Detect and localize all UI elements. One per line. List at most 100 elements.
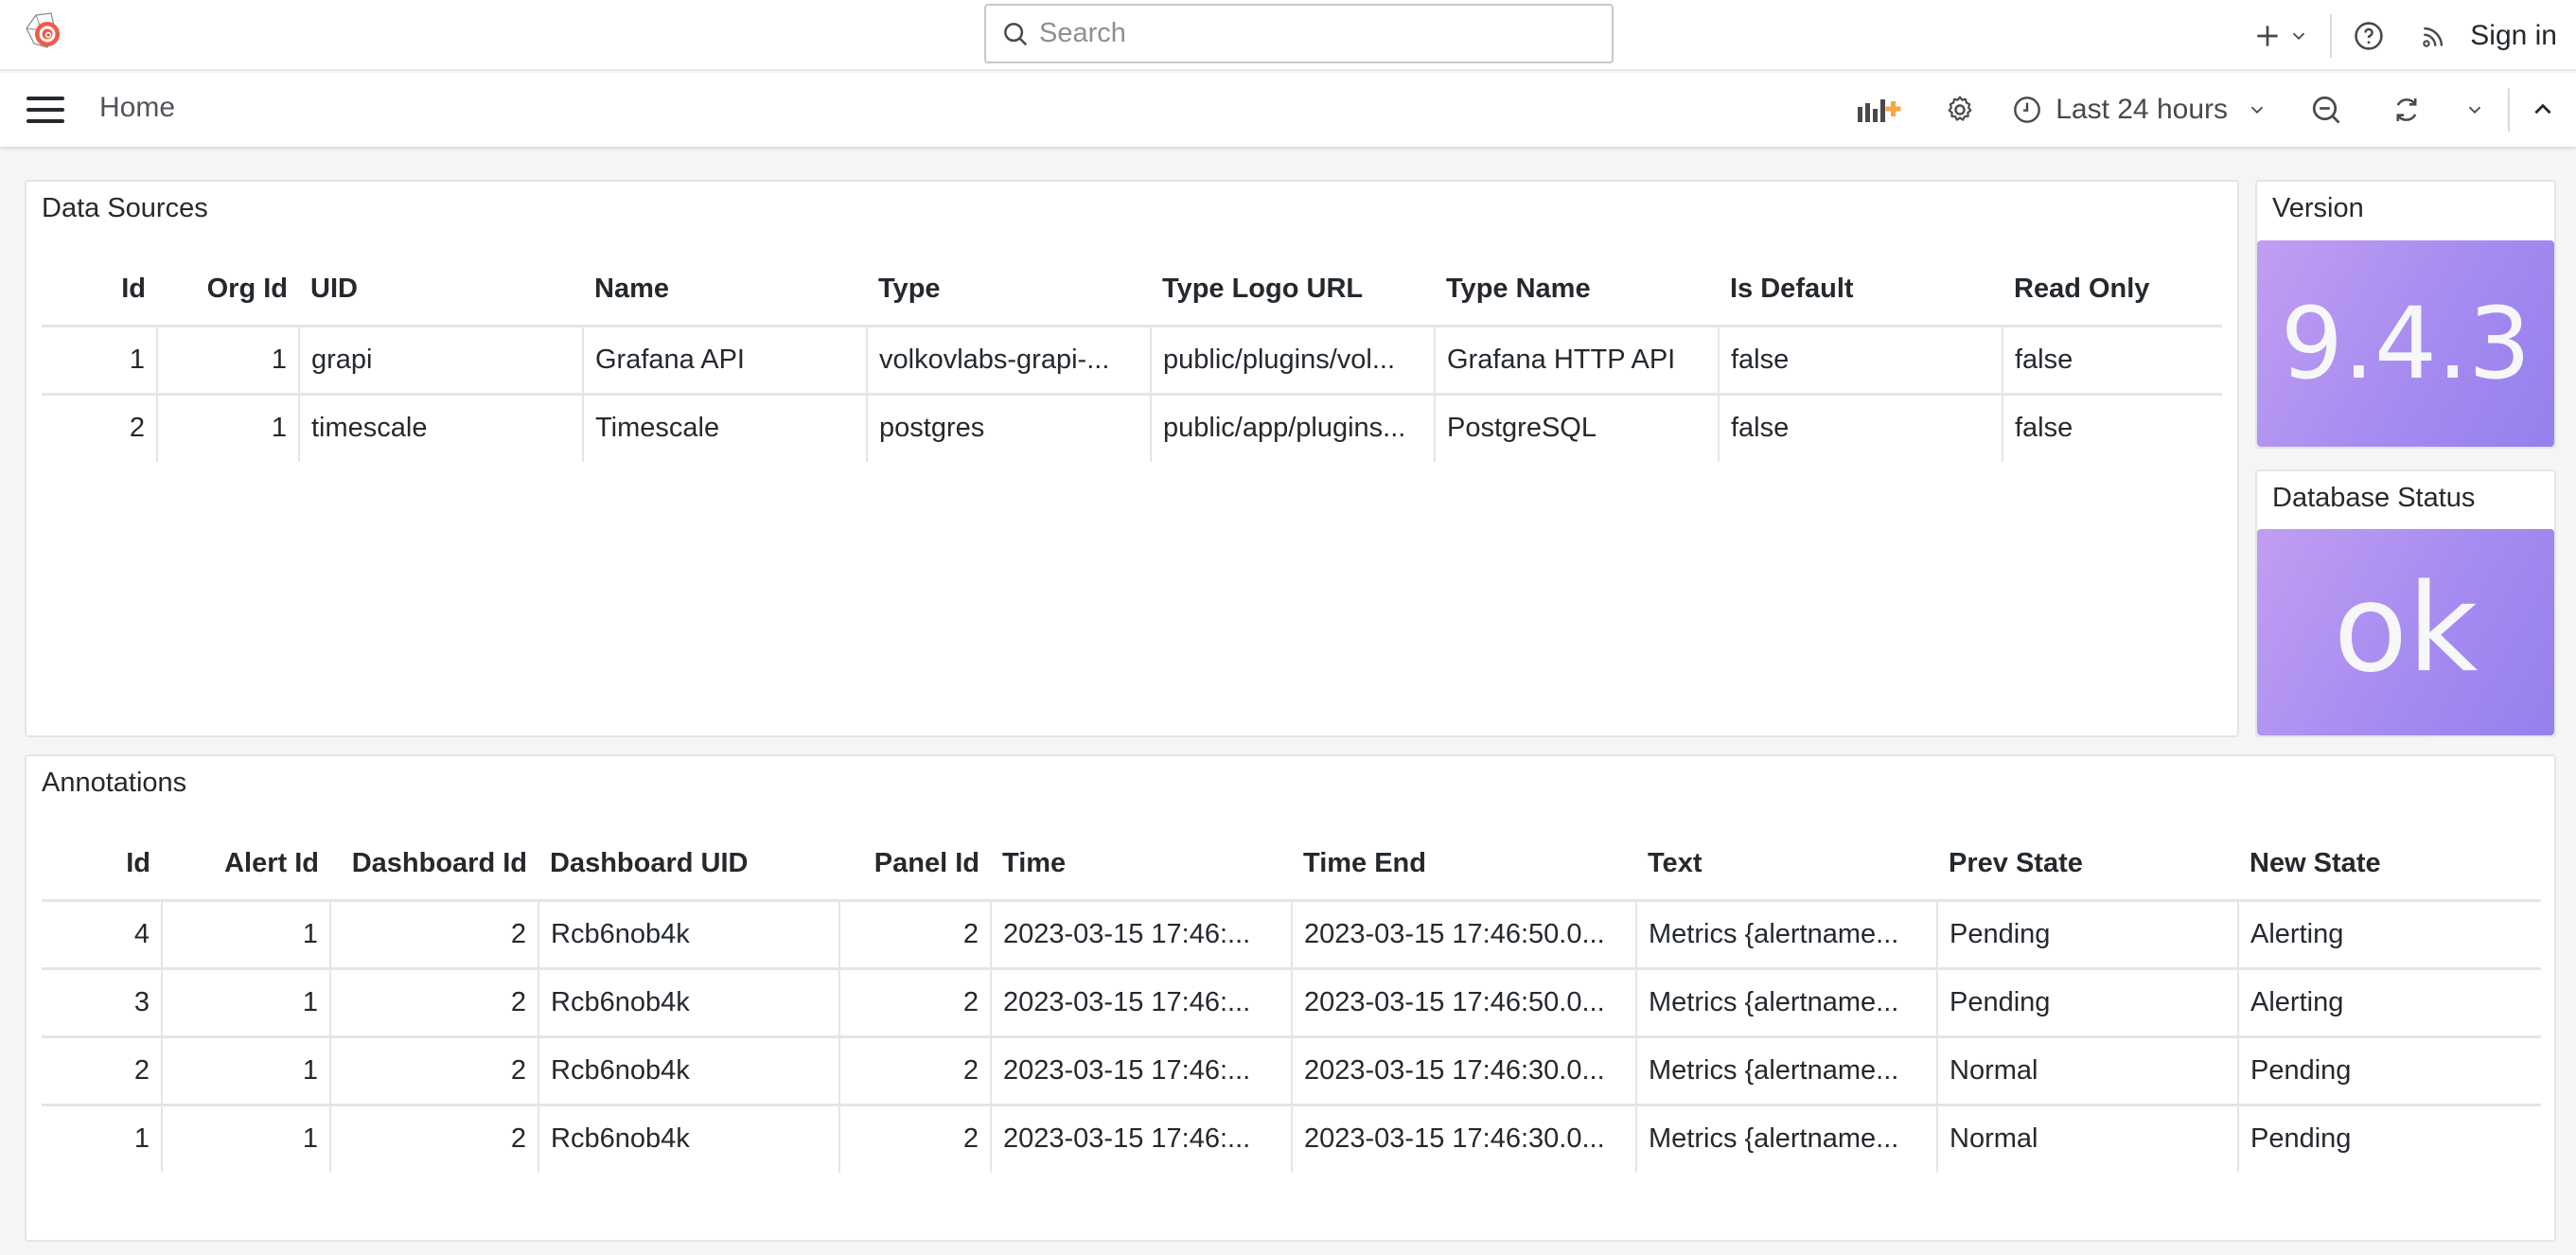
table-cell: Rcb6nob4k <box>538 968 839 1038</box>
column-header[interactable]: Dashboard UID <box>538 828 839 902</box>
table-header-row: Id Alert Id Dashboard Id Dashboard UID Panel… <box>42 828 2541 902</box>
table-cell: 2 <box>838 1036 991 1106</box>
column-header[interactable]: UID <box>299 254 583 327</box>
table-header-row: Id Org Id UID Name Type Type Logo URL Type Nam… <box>42 254 2222 327</box>
column-header[interactable]: Type <box>867 254 1151 327</box>
help-icon <box>2355 21 2383 50</box>
table-cell: postgres <box>866 394 1151 462</box>
breadcrumb-home[interactable]: Home <box>99 92 175 124</box>
table-cell: 3 <box>42 968 162 1038</box>
table-cell: 1 <box>156 394 299 462</box>
column-header[interactable]: Is Default <box>1719 254 2003 327</box>
table-cell: grapi <box>298 326 583 396</box>
column-header[interactable]: Read Only <box>2003 254 2222 327</box>
table-cell: 2 <box>329 968 538 1038</box>
table-row[interactable]: 1 1 2 Rcb6nob4k 2 2023-03-15 17:46:... 2023-03… <box>42 1105 2541 1173</box>
table-cell: false <box>1718 394 2003 462</box>
dashboard-settings-button[interactable] <box>1944 94 1976 126</box>
column-header[interactable]: Org Id <box>157 254 299 327</box>
table-cell: 2 <box>838 1105 991 1173</box>
table-cell: 2 <box>329 900 538 970</box>
panel-title[interactable]: Data Sources <box>42 193 208 224</box>
column-header[interactable]: Prev State <box>1937 828 2238 902</box>
table-cell: public/app/plugins... <box>1150 394 1435 462</box>
table-row[interactable]: 2 1 2 Rcb6nob4k 2 2023-03-15 17:46:... 2023-03… <box>42 1036 2541 1106</box>
table-cell: 2023-03-15 17:46:... <box>990 1036 1292 1106</box>
column-header[interactable]: Type Logo URL <box>1151 254 1435 327</box>
column-header[interactable]: Alert Id <box>162 828 330 902</box>
column-header[interactable]: Time End <box>1292 828 1636 902</box>
table-cell: false <box>1718 326 2003 396</box>
panel-title[interactable]: Version <box>2272 193 2364 224</box>
data-sources-table: Id Org Id UID Name Type Type Logo URL Type Nam… <box>42 254 2222 462</box>
table-row[interactable]: 4 1 2 Rcb6nob4k 2 2023-03-15 17:46:... 2023-03… <box>42 900 2541 970</box>
topbar-actions: Sign in <box>2252 0 2557 71</box>
column-header[interactable]: Panel Id <box>839 828 991 902</box>
time-picker-button[interactable]: Last 24 hours <box>2012 94 2267 126</box>
table-cell: timescale <box>298 394 583 462</box>
table-cell: 2023-03-15 17:46:30.0... <box>1291 1036 1636 1106</box>
panel-title[interactable]: Database Status <box>2272 483 2475 514</box>
table-cell: Alerting <box>2237 968 2541 1038</box>
table-cell: false <box>2002 326 2222 396</box>
table-cell: PostgreSQL <box>1434 394 1719 462</box>
table-cell: 1 <box>161 1105 330 1173</box>
table-cell: Grafana API <box>582 326 867 396</box>
column-header[interactable]: Name <box>583 254 867 327</box>
news-button[interactable] <box>2419 21 2449 51</box>
zoom-out-icon <box>2312 96 2340 124</box>
table-cell: Metrics {alertname... <box>1635 1105 1937 1173</box>
table-cell: 1 <box>42 326 157 396</box>
table-cell: 2023-03-15 17:46:50.0... <box>1291 968 1636 1038</box>
table-cell: 2 <box>329 1036 538 1106</box>
table-cell: 2 <box>129 413 145 444</box>
table-cell: Rcb6nob4k <box>538 1105 839 1173</box>
search-input[interactable] <box>1039 18 1569 49</box>
table-row[interactable]: 1 1 grapi Grafana API volkovlabs-grapi-... pu… <box>42 326 2222 396</box>
version-value: 9.4.3 <box>2280 286 2532 401</box>
database-status-stat: ok <box>2257 529 2554 735</box>
annotations-table: Id Alert Id Dashboard Id Dashboard UID Panel… <box>42 828 2541 1173</box>
column-header[interactable]: Time <box>991 828 1292 902</box>
time-range-label: Last 24 hours <box>2056 94 2228 125</box>
column-header[interactable]: Dashboard Id <box>330 828 538 902</box>
column-header[interactable]: New State <box>2238 828 2541 902</box>
search-box[interactable] <box>984 4 1614 63</box>
table-cell: 1 <box>156 326 299 396</box>
table-cell: 1 <box>161 900 330 970</box>
new-menu-button[interactable] <box>2252 21 2309 51</box>
panel-title[interactable]: Annotations <box>42 768 186 799</box>
grafana-logo-icon[interactable] <box>23 11 68 57</box>
menu-icon[interactable] <box>26 96 64 124</box>
gear-icon <box>1948 96 1972 121</box>
collapse-nav-button[interactable] <box>2531 97 2555 122</box>
column-header[interactable]: Id <box>42 828 162 902</box>
dashboard-nav-bar: Home Last 24 hours <box>0 73 2576 147</box>
table-cell: 2023-03-15 17:46:... <box>990 900 1292 970</box>
annotations-panel: Annotations Id Alert Id Dashboard Id Dashbo… <box>25 754 2556 1242</box>
table-cell: 1 <box>161 1036 330 1106</box>
table-row[interactable]: 2 1 timescale Timescale postgres public/app/p… <box>42 394 2222 462</box>
help-button[interactable] <box>2353 20 2385 52</box>
chevron-down-icon <box>2250 106 2264 115</box>
data-sources-panel: Data Sources Id Org Id UID Name Type Type Log… <box>25 180 2239 737</box>
table-cell: 2023-03-15 17:46:... <box>990 1105 1292 1173</box>
zoom-out-button[interactable] <box>2309 93 2343 127</box>
table-cell: Pending <box>1936 900 2238 970</box>
column-header[interactable]: Id <box>42 254 157 327</box>
divider <box>2330 13 2333 58</box>
table-row[interactable]: 3 1 2 Rcb6nob4k 2 2023-03-15 17:46:... 2023-03… <box>42 968 2541 1038</box>
refresh-interval-button[interactable] <box>2464 99 2485 120</box>
add-panel-button[interactable] <box>1857 96 1904 124</box>
clock-icon <box>2014 97 2041 123</box>
chevron-down-icon <box>2293 32 2305 40</box>
table-cell: public/plugins/vol... <box>1150 326 1435 396</box>
refresh-button[interactable] <box>2391 94 2423 126</box>
column-header[interactable]: Text <box>1636 828 1937 902</box>
table-cell: Metrics {alertname... <box>1635 900 1937 970</box>
column-header[interactable]: Type Name <box>1435 254 1719 327</box>
table-cell: Rcb6nob4k <box>538 1036 839 1106</box>
sign-in-link[interactable]: Sign in <box>2470 20 2557 52</box>
table-cell: 2 <box>838 900 991 970</box>
table-cell: Rcb6nob4k <box>538 900 839 970</box>
